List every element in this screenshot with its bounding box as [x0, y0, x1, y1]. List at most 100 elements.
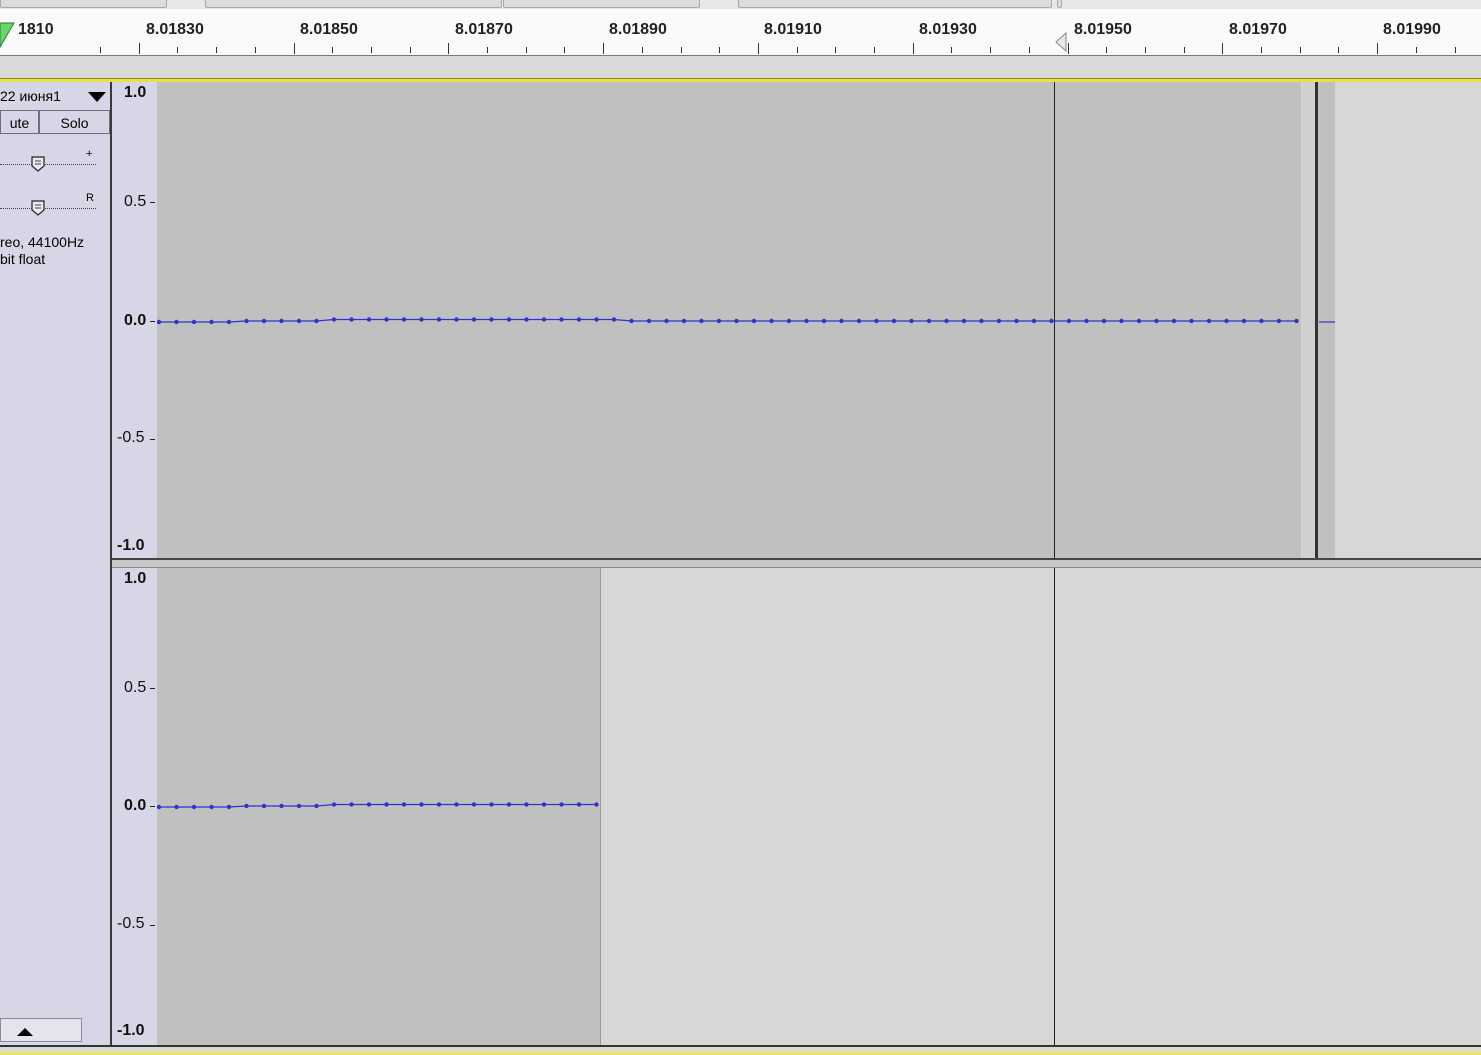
sample-point[interactable]: [961, 318, 967, 324]
waveform-channel-left[interactable]: [157, 82, 1481, 558]
sample-point[interactable]: [541, 802, 547, 807]
sample-point[interactable]: [279, 318, 284, 324]
sample-point[interactable]: [261, 803, 267, 809]
sample-point[interactable]: [1084, 318, 1089, 324]
sample-point[interactable]: [821, 318, 827, 324]
sample-point[interactable]: [646, 318, 652, 324]
vertical-scale-left[interactable]: 1.0 0.5 0.0 -0.5 -1.0: [112, 82, 157, 558]
slider-thumb-icon[interactable]: [30, 155, 46, 173]
sample-point[interactable]: [804, 318, 809, 324]
sample-point[interactable]: [1101, 318, 1107, 324]
sample-point[interactable]: [506, 802, 512, 807]
sample-point[interactable]: [1049, 318, 1054, 324]
vertical-scale-right[interactable]: 1.0 0.5 0.0 -0.5 -1.0: [112, 568, 157, 1045]
sample-point[interactable]: [1066, 318, 1072, 324]
sample-point[interactable]: [874, 318, 879, 324]
sample-point[interactable]: [681, 318, 687, 324]
sample-point[interactable]: [401, 802, 407, 807]
sample-point[interactable]: [1014, 318, 1019, 324]
sample-point[interactable]: [751, 318, 757, 324]
sample-point[interactable]: [226, 319, 232, 325]
sample-point[interactable]: [331, 802, 337, 807]
triangle-down-icon[interactable]: [88, 92, 106, 102]
sample-point[interactable]: [1136, 318, 1142, 324]
sample-point[interactable]: [349, 802, 354, 807]
sample-point[interactable]: [1241, 318, 1247, 324]
track-control-panel[interactable]: 22 июня1 ute Solo + R reo, 44100Hz bit f…: [0, 82, 112, 1048]
sample-point[interactable]: [314, 318, 319, 324]
sample-point[interactable]: [524, 317, 529, 322]
sample-point[interactable]: [576, 317, 582, 322]
sample-point[interactable]: [734, 318, 739, 324]
sample-point[interactable]: [436, 802, 442, 807]
sample-point[interactable]: [366, 317, 372, 322]
sample-point[interactable]: [996, 318, 1002, 324]
timeline-ruler[interactable]: 1810 8.01830 8.01850 8.01870 8.01890 8.0…: [0, 9, 1481, 56]
sample-point[interactable]: [174, 804, 179, 810]
channel-separator[interactable]: [112, 558, 1481, 568]
sample-point[interactable]: [594, 802, 599, 807]
sample-point[interactable]: [1171, 318, 1177, 324]
sample-point[interactable]: [384, 802, 389, 807]
sample-point[interactable]: [244, 318, 249, 324]
sample-point[interactable]: [296, 318, 302, 324]
sample-point[interactable]: [384, 317, 389, 322]
sample-point[interactable]: [331, 317, 337, 322]
sample-point[interactable]: [1206, 318, 1212, 324]
sample-point[interactable]: [261, 318, 267, 324]
sample-point[interactable]: [769, 318, 774, 324]
waveform-channel-right[interactable]: [157, 568, 1481, 1045]
sample-point[interactable]: [279, 803, 284, 809]
sample-point[interactable]: [541, 317, 547, 322]
sample-point[interactable]: [716, 318, 722, 324]
sample-point[interactable]: [1189, 318, 1194, 324]
sample-point[interactable]: [856, 318, 862, 324]
sample-point[interactable]: [419, 317, 424, 322]
toolbar-segment[interactable]: [0, 0, 167, 8]
sample-point[interactable]: [314, 803, 319, 809]
sample-point[interactable]: [664, 318, 669, 324]
sample-point[interactable]: [594, 317, 599, 322]
sample-point[interactable]: [436, 317, 442, 322]
sample-point[interactable]: [1154, 318, 1159, 324]
sample-point[interactable]: [454, 317, 459, 322]
sample-point[interactable]: [576, 802, 582, 807]
pan-slider[interactable]: R: [0, 192, 100, 218]
sample-point[interactable]: [296, 803, 302, 809]
sample-point[interactable]: [1259, 318, 1264, 324]
sample-point[interactable]: [209, 319, 214, 325]
toolbar-segment[interactable]: [738, 0, 1052, 8]
sample-point[interactable]: [454, 802, 459, 807]
sample-point[interactable]: [157, 319, 162, 325]
sample-point[interactable]: [611, 317, 617, 322]
sample-point[interactable]: [209, 804, 214, 810]
sample-point[interactable]: [506, 317, 512, 322]
sample-point[interactable]: [524, 802, 529, 807]
sample-point[interactable]: [244, 803, 249, 809]
sample-point[interactable]: [1276, 318, 1282, 324]
sample-point[interactable]: [699, 318, 704, 324]
sample-point[interactable]: [419, 802, 424, 807]
toolbar-segment[interactable]: [503, 0, 700, 8]
sample-point[interactable]: [559, 317, 564, 322]
sample-point[interactable]: [1224, 318, 1229, 324]
sample-point[interactable]: [926, 318, 932, 324]
solo-button[interactable]: Solo: [39, 110, 110, 134]
slider-thumb-icon[interactable]: [30, 199, 46, 217]
gain-slider[interactable]: +: [0, 148, 100, 174]
sample-point[interactable]: [349, 317, 354, 322]
mute-button[interactable]: ute: [0, 110, 39, 134]
sample-point[interactable]: [839, 318, 844, 324]
sample-point[interactable]: [226, 804, 232, 810]
sample-point[interactable]: [366, 802, 372, 807]
sample-point[interactable]: [559, 802, 564, 807]
sample-point[interactable]: [489, 802, 494, 807]
sample-point[interactable]: [944, 318, 949, 324]
sample-point[interactable]: [909, 318, 914, 324]
sample-point[interactable]: [191, 804, 197, 810]
sample-point[interactable]: [157, 804, 162, 810]
sample-point[interactable]: [1294, 318, 1299, 324]
sample-point[interactable]: [891, 318, 897, 324]
sample-point[interactable]: [191, 319, 197, 325]
sample-point[interactable]: [1119, 318, 1124, 324]
